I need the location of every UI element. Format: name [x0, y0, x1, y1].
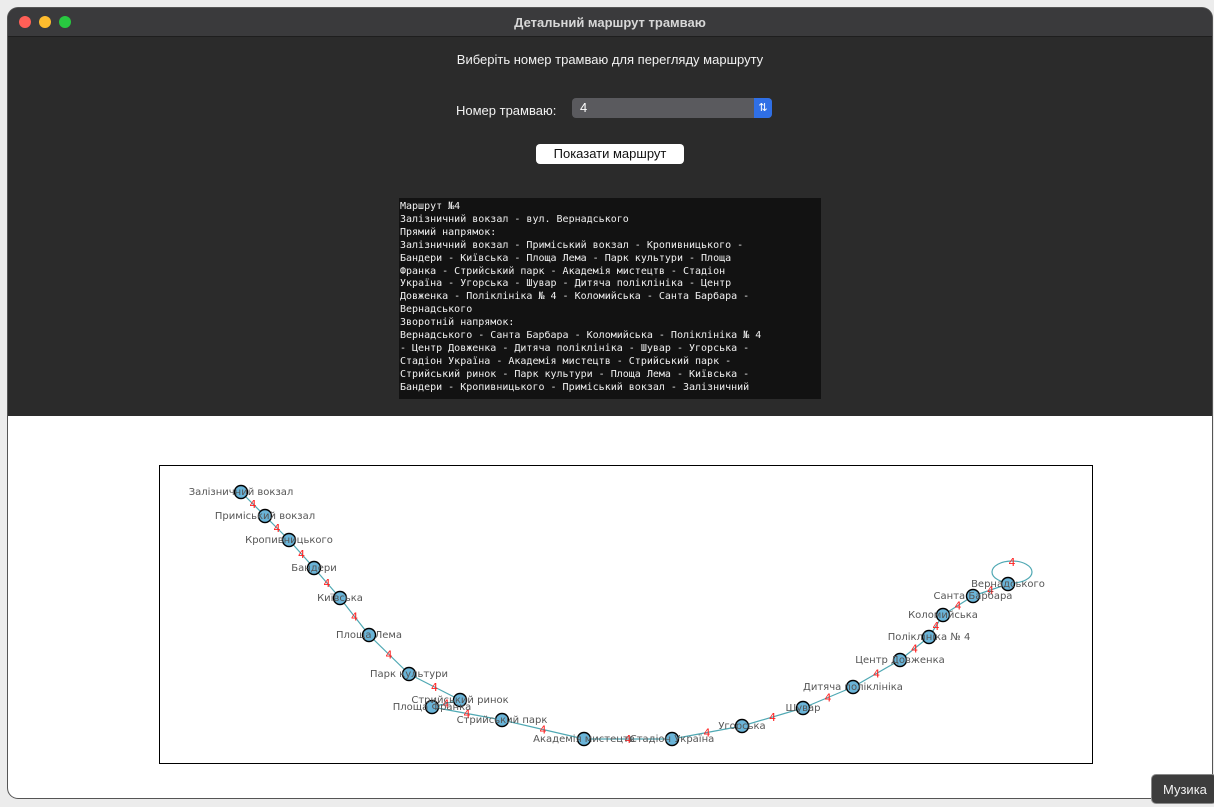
edge-label: 4 — [386, 649, 393, 662]
route-info-line: Бандери - Кропивницького - Приміський во… — [400, 381, 750, 393]
stop-label: Центр Довженка — [855, 655, 945, 666]
stop-label: Стрийський парк — [457, 715, 548, 726]
title-bar: Детальний маршрут трамваю — [8, 8, 1212, 37]
edge-label: 4 — [298, 548, 305, 561]
edge-label: 4 — [825, 692, 832, 705]
route-graph-svg: 44444444444 444444444Залізничний вокзалПр… — [189, 484, 1045, 747]
stop-label: Коломийська — [908, 610, 978, 621]
tram-number-value: 4 — [580, 100, 588, 115]
route-info-line: Вернадського - Санта Барбара - Коломийсь… — [400, 330, 762, 342]
route-info-line: Довженка - Поліклініка № 4 - Коломийська… — [400, 291, 750, 303]
route-info-line: Маршрут №4 — [400, 201, 461, 212]
select-prompt: Виберіть номер трамваю для перегляду мар… — [456, 52, 764, 67]
stop-label: Шувар — [786, 703, 821, 714]
edge-label: 4 — [351, 611, 358, 624]
stop-label: Площа Франка — [393, 702, 472, 713]
route-info-line: Залізничний вокзал - вул. Вернадського — [400, 213, 629, 225]
route-info-line: Бандери - Київська - Площа Лема - Парк к… — [400, 252, 732, 264]
route-info-line: Стрийський ринок - Парк культури - Площа… — [400, 368, 750, 380]
route-graph: 4 4 4 4 4 4 4 4 4 4 4 4 4 4 4 4 4 4 4 4 Залізничний вокзал Пр… — [159, 465, 1093, 764]
stop-label: Стадіон Україна — [630, 733, 715, 745]
stop-label: Академія мистецтв — [533, 733, 635, 745]
label-layer: 44444444444 444444444Залізничний вокзалПр… — [189, 486, 1045, 746]
edge-label: 4 — [324, 577, 331, 590]
route-info-line: - Центр Довженка - Дитяча поліклініка - … — [400, 342, 750, 354]
stop-label: Кропивницького — [245, 535, 333, 546]
edge-label: 4 — [873, 668, 880, 681]
route-info-text: Маршрут №4 Залізничний вокзал - вул. Верн… — [399, 198, 821, 399]
stop-label: Поліклініка № 4 — [888, 631, 971, 643]
stop-label: Парк культури — [370, 669, 448, 680]
edge-label: 4 — [769, 711, 776, 724]
app-window: Детальний маршрут трамваю Виберіть номер… — [8, 8, 1212, 798]
stop-label: Дитяча поліклініка — [803, 681, 903, 693]
route-info-line: Франка - Стрийський парк - Академія мист… — [400, 265, 726, 277]
window-title: Детальний маршрут трамваю — [514, 15, 706, 30]
chevron-updown-icon[interactable]: ⇅ — [754, 98, 772, 118]
route-info-line: Зворотній напрямок: — [400, 317, 515, 329]
route-info-line: Вернадського — [400, 304, 473, 316]
edge-label: 4 — [274, 522, 281, 535]
stop-label: Залізничний вокзал — [189, 486, 294, 498]
edge-label: 4 — [911, 643, 918, 656]
stop-label: Бандери — [291, 563, 336, 574]
show-route-button[interactable]: Показати маршрут — [536, 144, 684, 164]
edge-label: 4 — [431, 681, 438, 694]
stop-label: Угорська — [718, 721, 765, 732]
stop-label: Київська — [317, 593, 363, 604]
tram-number-label: Номер трамваю: — [456, 103, 557, 118]
route-info-line: Україна - Угорська - Шувар - Дитяча полі… — [400, 278, 732, 290]
route-info-line: Прямий напрямок: — [400, 226, 497, 238]
route-info-line: Стадіон Україна - Академія мистецтв - Ст… — [400, 355, 732, 367]
edge-label: 4 — [250, 498, 257, 511]
stop-label: Вернадського — [971, 579, 1045, 590]
stop-label: Приміський вокзал — [215, 510, 315, 522]
route-info-line: Залізничний вокзал - Приміський вокзал -… — [400, 239, 744, 251]
stop-label: Площа Лема — [336, 630, 402, 641]
stop-label: Санта Барбара — [934, 591, 1013, 602]
tram-number-select[interactable]: 4 ⇅ — [572, 98, 772, 118]
edge-label: 4 — [1009, 556, 1016, 569]
dock-tooltip: Музика — [1151, 774, 1214, 804]
route-graph-canvas: 4 4 4 4 4 4 4 4 4 4 4 4 4 4 4 4 4 4 4 4 Залізничний вокзал Пр… — [8, 416, 1212, 798]
